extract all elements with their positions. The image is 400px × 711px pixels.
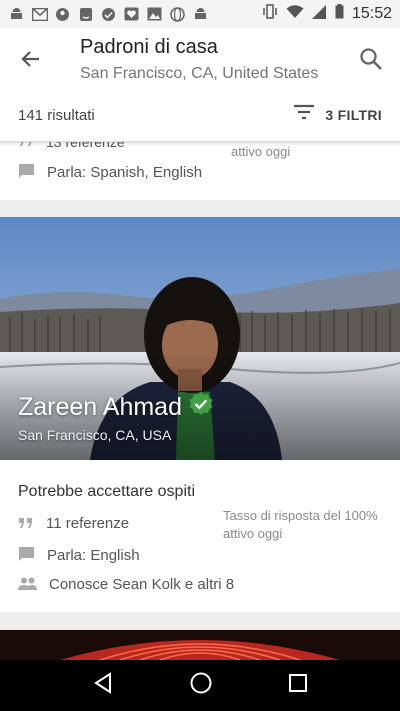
mutual-friends-row: Conosce Sean Kolk e altri 8 <box>18 576 234 593</box>
speech-bubble-icon <box>18 163 35 182</box>
host-photo[interactable]: Zareen Ahmad San Francisco, CA, USA <box>0 217 400 460</box>
response-activity: attivo oggi <box>223 526 283 541</box>
home-nav-icon[interactable] <box>189 671 213 700</box>
clock: 15:52 <box>351 5 392 22</box>
mail-icon <box>31 7 48 21</box>
back-arrow-icon[interactable] <box>16 44 46 74</box>
next-host-photo <box>0 630 400 660</box>
quote-icon <box>18 142 34 150</box>
languages-label: Parla: English <box>47 547 140 564</box>
results-count: 141 risultati <box>18 107 95 124</box>
host-card-next[interactable] <box>0 630 400 660</box>
wifi-icon <box>286 4 304 24</box>
host-location: San Francisco, CA, USA <box>18 427 172 443</box>
filters-button[interactable]: 3 FILTRI <box>293 104 382 125</box>
page-title: Padroni di casa <box>80 36 218 58</box>
status-bar: 15:52 <box>0 0 400 28</box>
heart-icon <box>123 7 140 21</box>
languages-label: Parla: Spanish, English <box>47 164 203 181</box>
host-name: Zareen Ahmad <box>18 393 182 421</box>
host-name-row: Zareen Ahmad <box>18 391 214 424</box>
people-icon <box>18 577 37 593</box>
pin-icon <box>54 7 71 21</box>
quote-icon <box>18 516 34 532</box>
guest-status: Potrebbe accettare ospiti <box>18 483 195 500</box>
location-subtitle: San Francisco, CA, United States <box>80 65 319 82</box>
settings-icon <box>100 7 117 21</box>
host-card[interactable]: Zareen Ahmad San Francisco, CA, USA Potr… <box>0 217 400 612</box>
languages-row: Parla: Spanish, English <box>18 163 202 182</box>
system-icons: 15:52 <box>262 4 392 24</box>
globe-icon <box>169 6 186 22</box>
app-bar: Padroni di casa San Francisco, CA, Unite… <box>0 28 400 90</box>
references-count: 13 referenze <box>46 142 125 150</box>
verified-badge-icon <box>188 391 214 424</box>
amazon-icon <box>77 7 94 21</box>
battery-icon <box>335 4 344 24</box>
filters-label: 3 FILTRI <box>325 106 382 123</box>
languages-row: Parla: English <box>18 546 140 565</box>
response-status: attivo oggi <box>231 144 291 159</box>
recents-nav-icon[interactable] <box>288 673 308 698</box>
references-row: 13 referenze <box>18 142 125 150</box>
photos-icon <box>146 7 163 21</box>
references-row: 11 referenze <box>18 515 129 532</box>
notification-icons <box>8 6 209 22</box>
speech-bubble-icon <box>18 546 35 565</box>
signal-icon <box>311 4 327 24</box>
filter-icon <box>293 104 315 125</box>
references-count: 11 referenze <box>46 515 130 532</box>
results-bar: 141 risultati 3 FILTRI <box>0 90 400 142</box>
host-card-previous[interactable]: 13 referenze attivo oggi Parla: Spanish,… <box>0 142 400 200</box>
android-icon <box>8 7 25 21</box>
mutual-friends-label: Conosce Sean Kolk e altri 8 <box>49 576 235 593</box>
vibrate-icon <box>262 4 278 24</box>
android-icon <box>192 7 209 21</box>
back-nav-icon[interactable] <box>92 672 114 699</box>
search-icon[interactable] <box>358 46 384 72</box>
response-rate: Tasso di risposta del 100% <box>223 508 378 523</box>
system-nav-bar <box>0 660 400 711</box>
